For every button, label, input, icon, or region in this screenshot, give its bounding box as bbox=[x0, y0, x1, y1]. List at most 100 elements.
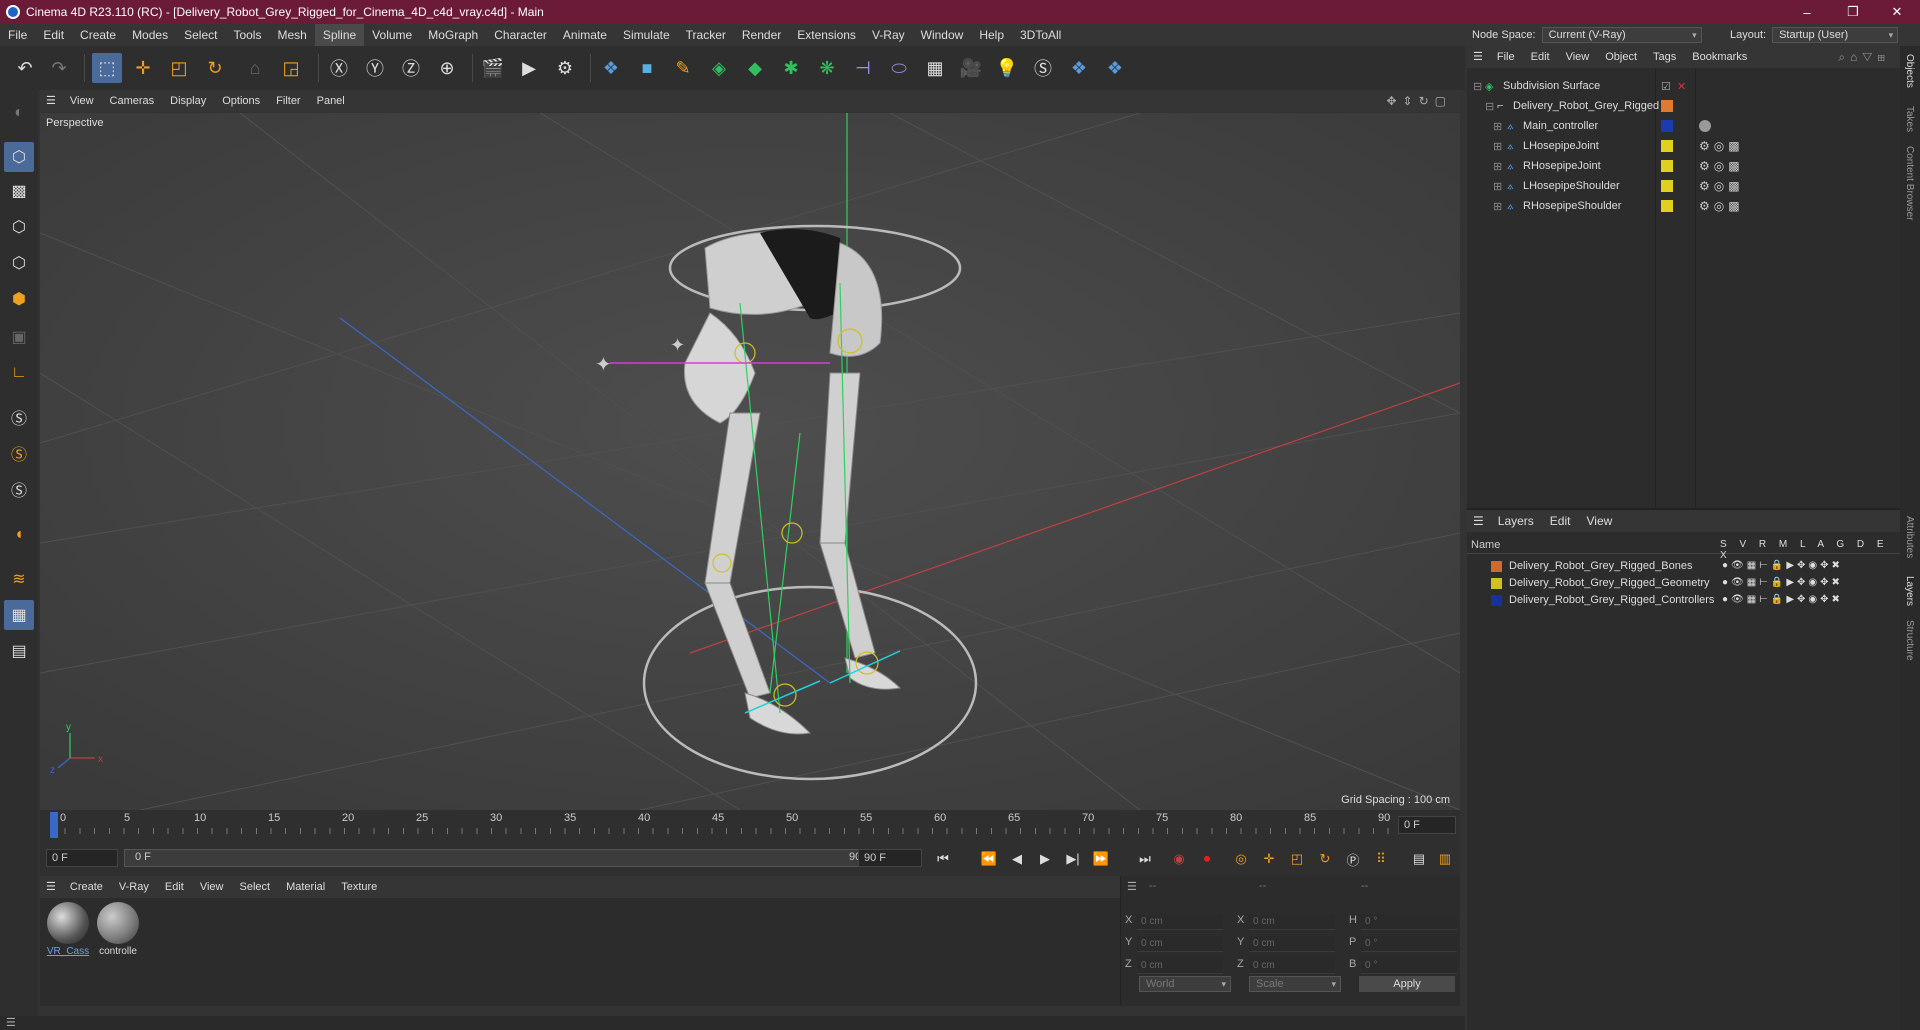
model-mode-icon[interactable]: ⬡ bbox=[4, 142, 34, 172]
editor-visibility-icon[interactable]: ☑ bbox=[1661, 80, 1671, 93]
menu-render[interactable]: Render bbox=[734, 24, 789, 46]
object-row[interactable]: ⊞ ⟑ Main_controller bbox=[1467, 116, 1900, 136]
python-icon[interactable]: ❖ bbox=[596, 53, 626, 83]
object-row[interactable]: ⊞ ⟑ LHosepipeShoulder ⚙◎▩ bbox=[1467, 176, 1900, 196]
scale-tool-icon[interactable]: ◲ bbox=[276, 53, 306, 83]
position-y-field[interactable]: 0 cm bbox=[1137, 936, 1223, 952]
y-axis-lock-icon[interactable]: Ⓨ bbox=[360, 53, 390, 83]
go-to-end-icon[interactable]: ⏭ bbox=[1134, 849, 1156, 869]
mat-menu-edit[interactable]: Edit bbox=[157, 876, 192, 898]
apply-button[interactable]: Apply bbox=[1359, 976, 1455, 992]
object-row[interactable]: ⊞ ⟑ LHosepipeJoint ⚙◎▩ bbox=[1467, 136, 1900, 156]
layer-color-swatch[interactable] bbox=[1491, 578, 1502, 589]
position-z-field[interactable]: 0 cm bbox=[1137, 958, 1223, 974]
object-tags-icons[interactable]: ⚙◎▩ bbox=[1699, 139, 1744, 153]
maximize-button[interactable]: ❐ bbox=[1830, 0, 1876, 24]
viewport-menu-icon[interactable]: ☰ bbox=[40, 90, 62, 112]
layer-menu-icon[interactable]: ☰ bbox=[1467, 510, 1490, 532]
layer-menu-layers[interactable]: Layers bbox=[1490, 510, 1542, 532]
size-x-field[interactable]: 0 cm bbox=[1249, 914, 1335, 930]
obj-menu-edit[interactable]: Edit bbox=[1523, 46, 1558, 68]
close-button[interactable]: ✕ bbox=[1874, 0, 1920, 24]
position-x-field[interactable]: 0 cm bbox=[1137, 914, 1223, 930]
object-tags-icons[interactable]: ⚙◎▩ bbox=[1699, 199, 1744, 213]
menu-spline[interactable]: Spline bbox=[314, 24, 365, 46]
expand-icon[interactable]: ⊞ bbox=[1493, 200, 1502, 213]
minimize-button[interactable]: – bbox=[1784, 0, 1830, 24]
menu-character[interactable]: Character bbox=[486, 24, 555, 46]
polygons-mode-icon[interactable]: ⬢ bbox=[4, 284, 34, 314]
menu-animate[interactable]: Animate bbox=[555, 24, 615, 46]
move-icon[interactable]: ✛ bbox=[128, 53, 158, 83]
axis-mode-icon[interactable]: ∟ bbox=[4, 358, 34, 388]
tab-objects[interactable]: Objects bbox=[1904, 54, 1915, 88]
next-frame-icon[interactable]: ▶| bbox=[1062, 849, 1084, 869]
node-space-dropdown[interactable]: Current (V-Ray) bbox=[1541, 27, 1702, 43]
prev-key-icon[interactable]: ⏪ bbox=[978, 849, 1000, 869]
render-view-icon[interactable]: ▶ bbox=[514, 53, 544, 83]
tab-takes[interactable]: Takes bbox=[1904, 106, 1915, 132]
expand-icon[interactable]: ⊞ bbox=[1493, 180, 1502, 193]
light-icon[interactable]: 💡 bbox=[992, 53, 1022, 83]
rotation-h-field[interactable]: 0 ° bbox=[1361, 914, 1457, 930]
mat-menu-texture[interactable]: Texture bbox=[333, 876, 385, 898]
obj-menu-bookmarks[interactable]: Bookmarks bbox=[1684, 46, 1755, 68]
rotation-p-field[interactable]: 0 ° bbox=[1361, 936, 1457, 952]
keyframe-selection-icon[interactable]: ◎ bbox=[1230, 849, 1252, 869]
menu-tracker[interactable]: Tracker bbox=[678, 24, 734, 46]
play-icon[interactable]: ▶ bbox=[1034, 849, 1056, 869]
floor-icon[interactable]: ▦ bbox=[920, 53, 950, 83]
snap-icon[interactable]: Ⓢ bbox=[4, 402, 34, 432]
object-row[interactable]: ⊟ ⌐ Delivery_Robot_Grey_Rigged bbox=[1467, 96, 1900, 116]
render-settings-icon[interactable]: ⚙ bbox=[550, 53, 580, 83]
go-to-start-icon[interactable]: ⏮ bbox=[932, 849, 954, 869]
size-y-field[interactable]: 0 cm bbox=[1249, 936, 1335, 952]
object-row[interactable]: ⊞ ⟑ RHosepipeJoint ⚙◎▩ bbox=[1467, 156, 1900, 176]
tab-content-browser[interactable]: Content Browser bbox=[1904, 146, 1915, 220]
mat-menu-select[interactable]: Select bbox=[232, 876, 279, 898]
redo-icon[interactable]: ↷ bbox=[44, 53, 74, 83]
mat-menu-view[interactable]: View bbox=[192, 876, 232, 898]
obj-menu-tags[interactable]: Tags bbox=[1645, 46, 1684, 68]
next-key-icon[interactable]: ⏩ bbox=[1090, 849, 1112, 869]
timeline-window-icon[interactable]: ▤ bbox=[1408, 849, 1430, 869]
frame-range-slider[interactable]: 0 F 90 F bbox=[124, 849, 882, 867]
menu-vray[interactable]: V-Ray bbox=[864, 24, 913, 46]
layer-row[interactable]: Delivery_Robot_Grey_Rigged_Controllers ●… bbox=[1467, 592, 1900, 609]
expand-icon[interactable]: ⊟ bbox=[1485, 100, 1494, 113]
expand-icon[interactable]: ⊞ bbox=[1493, 140, 1502, 153]
planar-workplane-icon[interactable]: ▤ bbox=[4, 636, 34, 666]
layer-menu-view[interactable]: View bbox=[1578, 510, 1620, 532]
size-mode-dropdown[interactable]: Scale bbox=[1249, 976, 1341, 992]
current-frame-field[interactable]: 0 F bbox=[1398, 816, 1456, 834]
tab-attributes[interactable]: Attributes bbox=[1904, 516, 1915, 558]
obj-menu-view[interactable]: View bbox=[1558, 46, 1598, 68]
viewport-menu-cameras[interactable]: Cameras bbox=[102, 90, 163, 112]
menu-tools[interactable]: Tools bbox=[225, 24, 269, 46]
layer-row[interactable]: Delivery_Robot_Grey_Rigged_Geometry ●👁▦⊢… bbox=[1467, 575, 1900, 592]
menu-volume[interactable]: Volume bbox=[364, 24, 420, 46]
object-row[interactable]: ⊟ ◈ Subdivision Surface ☑ ✕ bbox=[1467, 76, 1900, 96]
viewport-menu-display[interactable]: Display bbox=[162, 90, 214, 112]
camera-icon[interactable]: 🎥 bbox=[956, 53, 986, 83]
viewport-menu-panel[interactable]: Panel bbox=[309, 90, 353, 112]
material-menu-icon[interactable]: ☰ bbox=[40, 876, 62, 898]
param-key-icon[interactable]: Ⓟ bbox=[1342, 849, 1364, 869]
viewport-nav-icons[interactable]: ✥⇕↻▢ bbox=[1386, 94, 1452, 108]
layer-toggle-icons[interactable]: ●👁▦⊢🔒▶✥◉✥✖ bbox=[1722, 577, 1843, 588]
tab-structure[interactable]: Structure bbox=[1904, 620, 1915, 661]
coords-menu-icon[interactable]: ☰ bbox=[1127, 880, 1137, 893]
menu-extensions[interactable]: Extensions bbox=[789, 24, 864, 46]
menu-window[interactable]: Window bbox=[913, 24, 972, 46]
autokey-icon[interactable]: ⏺ bbox=[1196, 849, 1218, 869]
render-off-icon[interactable]: ✕ bbox=[1677, 80, 1686, 93]
locked-workplane-icon[interactable]: ▦ bbox=[4, 600, 34, 630]
record-active-icon[interactable]: ◉ bbox=[1168, 849, 1190, 869]
texture-mode-icon[interactable]: ▩ bbox=[4, 176, 34, 206]
perspective-viewport[interactable]: ✦ ✦ x y z Perspective Grid Spacing : 100… bbox=[40, 113, 1460, 810]
cloner-icon[interactable]: ✱ bbox=[776, 53, 806, 83]
undo-icon[interactable]: ↶ bbox=[10, 53, 40, 83]
layer-color-swatch[interactable] bbox=[1491, 595, 1502, 606]
script-b-icon[interactable]: ❖ bbox=[1100, 53, 1130, 83]
menu-simulate[interactable]: Simulate bbox=[615, 24, 678, 46]
